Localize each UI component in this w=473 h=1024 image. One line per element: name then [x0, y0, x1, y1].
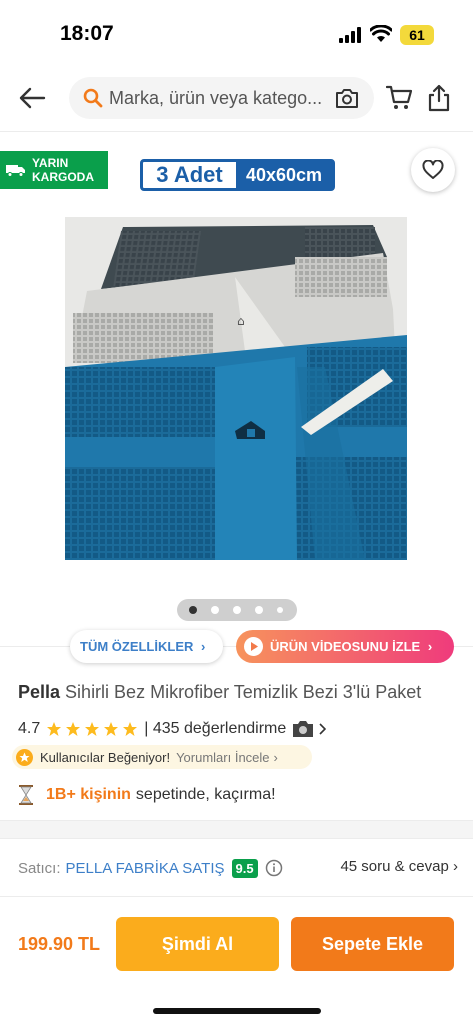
star-icon — [123, 722, 138, 736]
product-image[interactable]: ⌂ — [65, 217, 407, 560]
seller-row: Satıcı: PELLA FABRİKA SATIŞ 9.5 45 soru … — [18, 856, 458, 880]
home-indicator[interactable] — [153, 1008, 321, 1014]
chevron-right-icon: › — [201, 639, 206, 654]
carousel-dot-5[interactable] — [277, 607, 283, 613]
photo-reviews-icon — [293, 721, 314, 737]
svg-text:⌂: ⌂ — [237, 314, 245, 328]
size-label: 40x60cm — [236, 162, 332, 188]
star-icon — [85, 722, 100, 736]
chevron-right-icon — [319, 723, 327, 735]
quantity-label: 3 Adet — [156, 162, 223, 187]
product-title: Pella Sihirli Bez Mikrofiber Temizlik Be… — [18, 682, 458, 703]
chevron-right-icon: › — [427, 639, 433, 654]
delivery-line1: YARIN — [32, 156, 69, 170]
wifi-icon — [370, 25, 392, 42]
search-input[interactable] — [109, 77, 334, 119]
carousel-dot-3[interactable] — [233, 606, 241, 614]
search-icon — [83, 88, 103, 108]
quantity-size-badge: 3 Adet 40x60cm — [140, 159, 335, 191]
basket-info: 1B+ kişinin sepetinde, kaçırma! — [18, 784, 276, 806]
carousel-dot-4[interactable] — [255, 606, 263, 614]
star-icon — [47, 722, 62, 736]
rating-stars — [46, 721, 138, 737]
users-like-badge[interactable]: Kullanıcılar Beğeniyor! Yorumları İncele… — [12, 745, 312, 769]
rating-value: 4.7 — [18, 720, 41, 737]
battery-badge: 61 — [400, 25, 434, 45]
back-arrow-icon[interactable] — [16, 82, 48, 114]
play-icon — [244, 637, 263, 656]
signal-icon — [339, 27, 361, 43]
checkout-bar: 199.90 TL Şimdi Al Sepete Ekle — [0, 896, 473, 1024]
product-name: Sihirli Bez Mikrofiber Temizlik Bezi 3'l… — [65, 682, 422, 702]
image-carousel-dots[interactable] — [177, 599, 297, 621]
star-icon — [104, 722, 119, 736]
basket-count: 1B+ kişinin — [46, 786, 131, 803]
basket-text: sepetinde, kaçırma! — [135, 786, 276, 803]
questions-answers-link[interactable]: 45 soru & cevap › — [340, 858, 458, 875]
hourglass-icon — [19, 785, 33, 805]
camera-search-icon[interactable] — [335, 87, 359, 109]
delivery-line2: KARGODA — [32, 170, 94, 184]
heart-icon — [422, 160, 444, 179]
status-bar: 18:07 61 — [0, 0, 473, 66]
search-box[interactable] — [69, 77, 374, 119]
carousel-dot-1[interactable] — [189, 606, 197, 614]
view-reviews-link[interactable]: Yorumları İncele — [176, 750, 269, 765]
seller-label: Satıcı: — [18, 859, 61, 877]
users-like-label: Kullanıcılar Beğeniyor! — [40, 749, 171, 765]
watch-video-button[interactable]: ÜRÜN VİDEOSUNU İZLE › — [236, 630, 454, 663]
chevron-right-icon: › — [273, 749, 278, 765]
seller-score-badge: 9.5 — [231, 858, 258, 878]
rating-row[interactable]: 4.7 | 435 değerlendirme — [18, 718, 327, 740]
share-icon[interactable] — [428, 84, 450, 112]
star-icon — [66, 722, 81, 736]
review-count[interactable]: | 435 değerlendirme — [144, 720, 286, 738]
favorite-button[interactable] — [411, 148, 455, 192]
all-features-button[interactable]: TÜM ÖZELLİKLER › — [70, 630, 223, 663]
buy-now-button[interactable]: Şimdi Al — [116, 917, 279, 971]
star-badge-icon — [16, 748, 33, 766]
watch-video-label: ÜRÜN VİDEOSUNU İZLE — [270, 639, 421, 654]
top-nav — [0, 66, 473, 132]
seller-name-link[interactable]: PELLA FABRİKA SATIŞ — [66, 860, 225, 877]
carousel-dot-2[interactable] — [211, 606, 219, 614]
delivery-badge: YARIN KARGODA — [0, 151, 108, 189]
section-divider — [0, 820, 473, 839]
all-features-label: TÜM ÖZELLİKLER — [80, 639, 194, 654]
add-to-cart-button[interactable]: Sepete Ekle — [291, 917, 454, 971]
truck-icon — [6, 165, 25, 177]
cart-icon[interactable] — [386, 84, 412, 112]
brand-name[interactable]: Pella — [18, 682, 60, 702]
status-time: 18:07 — [60, 22, 114, 45]
info-icon[interactable] — [265, 859, 283, 877]
product-price: 199.90 TL — [18, 934, 101, 954]
